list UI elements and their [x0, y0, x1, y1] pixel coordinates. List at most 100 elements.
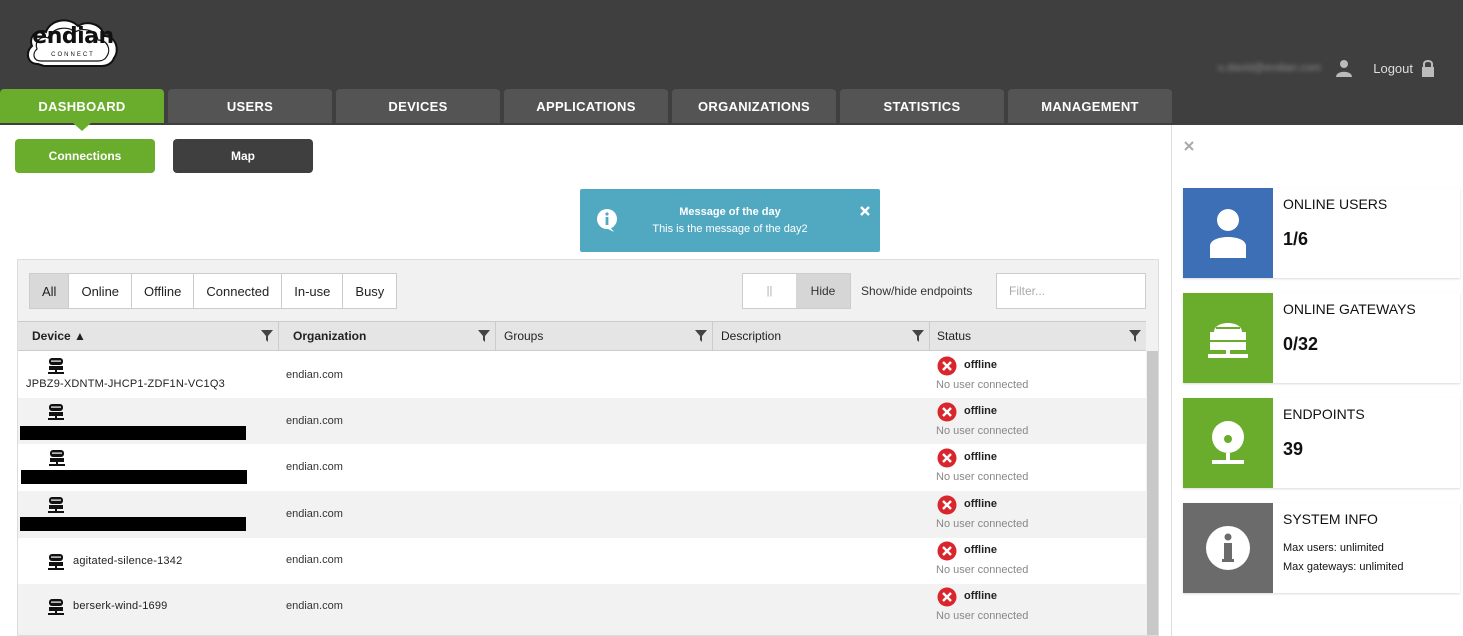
offline-status-icon	[937, 587, 957, 607]
subtabs: Connections Map	[15, 139, 331, 173]
offline-status-icon	[937, 402, 957, 422]
stats-sidebar: ONLINE USERS 1/6 ONLINE GATEWAYS 0/32 EN…	[1171, 125, 1463, 636]
offline-status-icon	[937, 495, 957, 515]
column-status[interactable]: Status	[930, 322, 1146, 350]
logo-text: endian	[32, 24, 114, 49]
filter-connected[interactable]: Connected	[194, 274, 283, 308]
tab-label: ORGANIZATIONS	[698, 98, 810, 114]
tab-label: DASHBOARD	[38, 98, 126, 114]
map-button[interactable]: Map	[173, 139, 313, 173]
card-value: 1/6	[1283, 229, 1309, 249]
status-filter-group: All Online Offline Connected In-use Busy	[29, 273, 398, 309]
card-title: ONLINE GATEWAYS	[1283, 301, 1416, 317]
system-info-card[interactable]: SYSTEM INFO Max users: unlimited Max gat…	[1183, 503, 1460, 593]
logout-link[interactable]: Logout	[1373, 61, 1413, 76]
tab-devices[interactable]: DEVICES	[336, 89, 500, 123]
endpoints-toggle[interactable]: || Hide	[742, 273, 851, 309]
column-label: Organization	[293, 329, 367, 343]
user-icon[interactable]	[1335, 59, 1353, 77]
server-icon	[48, 553, 64, 570]
device-name[interactable]: JPBZ9-XDNTM-JHCP1-ZDF1N-VC1Q3	[26, 378, 225, 390]
offline-status-icon	[937, 541, 957, 561]
online-gateways-card[interactable]: ONLINE GATEWAYS 0/32	[1183, 293, 1460, 383]
motd-text: This is the message of the day2	[652, 223, 808, 235]
server-icon	[48, 497, 64, 514]
table-header: Device ▲ Organization Groups Description…	[18, 321, 1146, 351]
status-detail: No user connected	[936, 379, 1029, 391]
lock-icon[interactable]	[1421, 59, 1435, 77]
user-icon	[1210, 209, 1246, 258]
column-description[interactable]: Description	[713, 322, 930, 350]
filter-funnel-icon[interactable]	[261, 330, 273, 342]
table-row[interactable]: berserk-wind-1699 endian.com offline No …	[18, 584, 1146, 632]
filter-all[interactable]: All	[30, 274, 70, 308]
device-name[interactable]: agitated-silence-1342	[73, 555, 182, 567]
toggle-hide[interactable]: Hide	[796, 274, 850, 308]
user-email[interactable]: u.david@endian.com	[1218, 62, 1322, 74]
filter-busy[interactable]: Busy	[343, 274, 396, 308]
status-detail: No user connected	[936, 563, 1029, 576]
endpoints-card[interactable]: ENDPOINTS 39	[1183, 398, 1460, 488]
card-value: 39	[1283, 439, 1304, 459]
column-device[interactable]: Device ▲	[18, 322, 279, 350]
filter-funnel-icon[interactable]	[478, 330, 490, 342]
card-title: ENDPOINTS	[1283, 406, 1365, 422]
filter-funnel-icon[interactable]	[912, 330, 924, 342]
offline-status-icon	[937, 356, 957, 376]
motd-title: Message of the day	[679, 206, 781, 218]
server-icon	[48, 403, 64, 420]
column-label: Status	[937, 329, 972, 343]
table-scrollbar[interactable]	[1147, 351, 1158, 635]
online-users-card[interactable]: ONLINE USERS 1/6	[1183, 188, 1460, 278]
table-row[interactable]: endian.com offline No user connected	[18, 444, 1146, 492]
connections-button[interactable]: Connections	[15, 139, 155, 173]
status-detail: No user connected	[936, 424, 1029, 437]
tab-dashboard[interactable]: DASHBOARD	[0, 89, 164, 131]
status-label: offline	[964, 590, 997, 603]
status-label: offline	[964, 543, 997, 556]
server-icon	[48, 599, 64, 616]
logo-subtext: CONNECT	[51, 52, 95, 58]
tab-label: STATISTICS	[883, 98, 961, 114]
close-icon[interactable]	[859, 205, 871, 217]
filter-online[interactable]: Online	[69, 274, 133, 308]
filter-in-use[interactable]: In-use	[282, 274, 344, 308]
toggle-knob[interactable]: ||	[743, 274, 796, 308]
endpoint-icon	[1212, 421, 1244, 464]
server-icon	[48, 358, 64, 374]
device-organization: endian.com	[286, 414, 343, 427]
status-label: offline	[964, 404, 997, 417]
tab-label: USERS	[226, 98, 274, 114]
filter-funnel-icon[interactable]	[1129, 330, 1141, 342]
close-icon[interactable]	[1183, 140, 1195, 152]
filter-input[interactable]	[996, 273, 1146, 309]
server-icon	[1208, 323, 1248, 358]
offline-status-icon	[937, 448, 957, 468]
status-label: offline	[964, 451, 997, 464]
tab-management[interactable]: MANAGEMENT	[1008, 89, 1172, 123]
tab-statistics[interactable]: STATISTICS	[840, 89, 1004, 123]
redacted-device-name	[20, 425, 246, 440]
column-organization[interactable]: Organization	[279, 322, 496, 350]
table-row[interactable]: agitated-silence-1342 endian.com offline…	[18, 537, 1146, 585]
tab-users[interactable]: USERS	[168, 89, 332, 123]
device-name[interactable]: berserk-wind-1699	[73, 600, 168, 612]
table-row[interactable]: endian.com offline No user connected	[18, 397, 1146, 445]
info-icon	[1206, 526, 1250, 570]
connections-panel: All Online Offline Connected In-use Busy…	[17, 259, 1159, 636]
status-detail: No user connected	[936, 471, 1029, 484]
card-icon-box	[1183, 398, 1273, 488]
filter-funnel-icon[interactable]	[695, 330, 707, 342]
table-row[interactable]: JPBZ9-XDNTM-JHCP1-ZDF1N-VC1Q3 endian.com…	[18, 351, 1146, 398]
filter-offline[interactable]: Offline	[132, 274, 195, 308]
status-label: offline	[964, 498, 997, 511]
card-title: ONLINE USERS	[1283, 196, 1388, 212]
server-icon	[49, 450, 65, 467]
tab-organizations[interactable]: ORGANIZATIONS	[672, 89, 836, 123]
device-organization: endian.com	[286, 461, 343, 474]
column-groups[interactable]: Groups	[496, 322, 713, 350]
tab-applications[interactable]: APPLICATIONS	[504, 89, 668, 123]
table-row[interactable]: endian.com offline No user connected	[18, 491, 1146, 538]
tab-label: APPLICATIONS	[536, 98, 636, 114]
message-of-the-day: Message of the day This is the message o…	[580, 189, 880, 252]
